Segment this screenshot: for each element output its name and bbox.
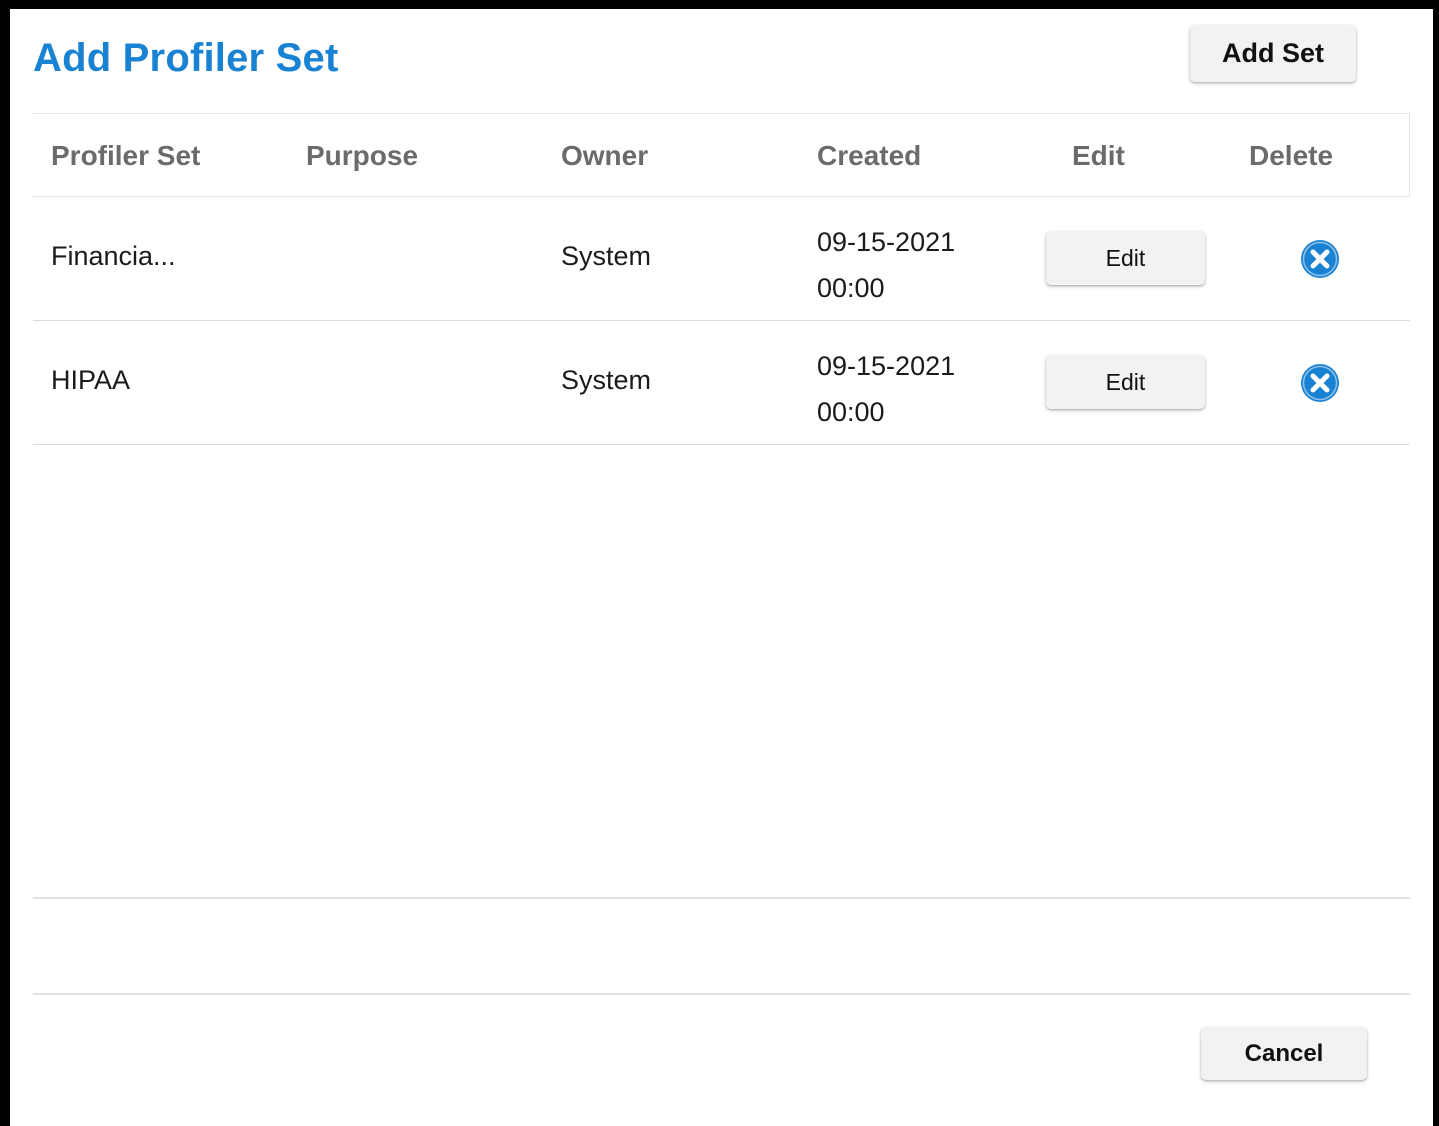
profiler-set-created: 09-15-2021 00:00 — [817, 219, 955, 311]
add-set-button[interactable]: Add Set — [1190, 25, 1356, 82]
profiler-set-owner: System — [561, 365, 652, 395]
created-date: 09-15-2021 — [817, 351, 956, 381]
circle-x-icon[interactable] — [1300, 363, 1340, 403]
profiler-set-name: Financia... — [51, 241, 176, 271]
column-header-owner: Owner — [561, 140, 649, 171]
edit-button[interactable]: Edit — [1046, 231, 1205, 285]
content-divider — [33, 897, 1410, 899]
edit-button[interactable]: Edit — [1046, 355, 1205, 409]
created-time: 00:00 — [817, 273, 885, 303]
column-header-created: Created — [817, 140, 922, 171]
created-date: 09-15-2021 — [817, 227, 956, 257]
profiler-set-owner: System — [561, 241, 652, 271]
add-profiler-set-dialog: Add Profiler Set Add Set Profiler Set Pu… — [10, 9, 1433, 1126]
dialog-title: Add Profiler Set — [33, 36, 339, 80]
column-header-purpose: Purpose — [306, 140, 419, 171]
table-header: Profiler Set Purpose Owner Created Edit … — [33, 113, 1410, 197]
circle-x-icon[interactable] — [1300, 239, 1340, 279]
column-header-delete: Delete — [1249, 140, 1334, 171]
column-header-profiler-set: Profiler Set — [51, 140, 201, 171]
column-header-edit: Edit — [1072, 140, 1125, 171]
profiler-set-name: HIPAA — [51, 365, 131, 395]
footer-divider — [33, 993, 1410, 995]
profiler-sets-table: Profiler Set Purpose Owner Created Edit … — [33, 113, 1410, 445]
table-row: HIPAA System 09-15-2021 00:00 Edit — [33, 321, 1410, 445]
cancel-button[interactable]: Cancel — [1201, 1027, 1367, 1080]
created-time: 00:00 — [817, 397, 885, 427]
table-row: Financia... System 09-15-2021 00:00 Edit — [33, 197, 1410, 321]
profiler-set-created: 09-15-2021 00:00 — [817, 343, 955, 435]
